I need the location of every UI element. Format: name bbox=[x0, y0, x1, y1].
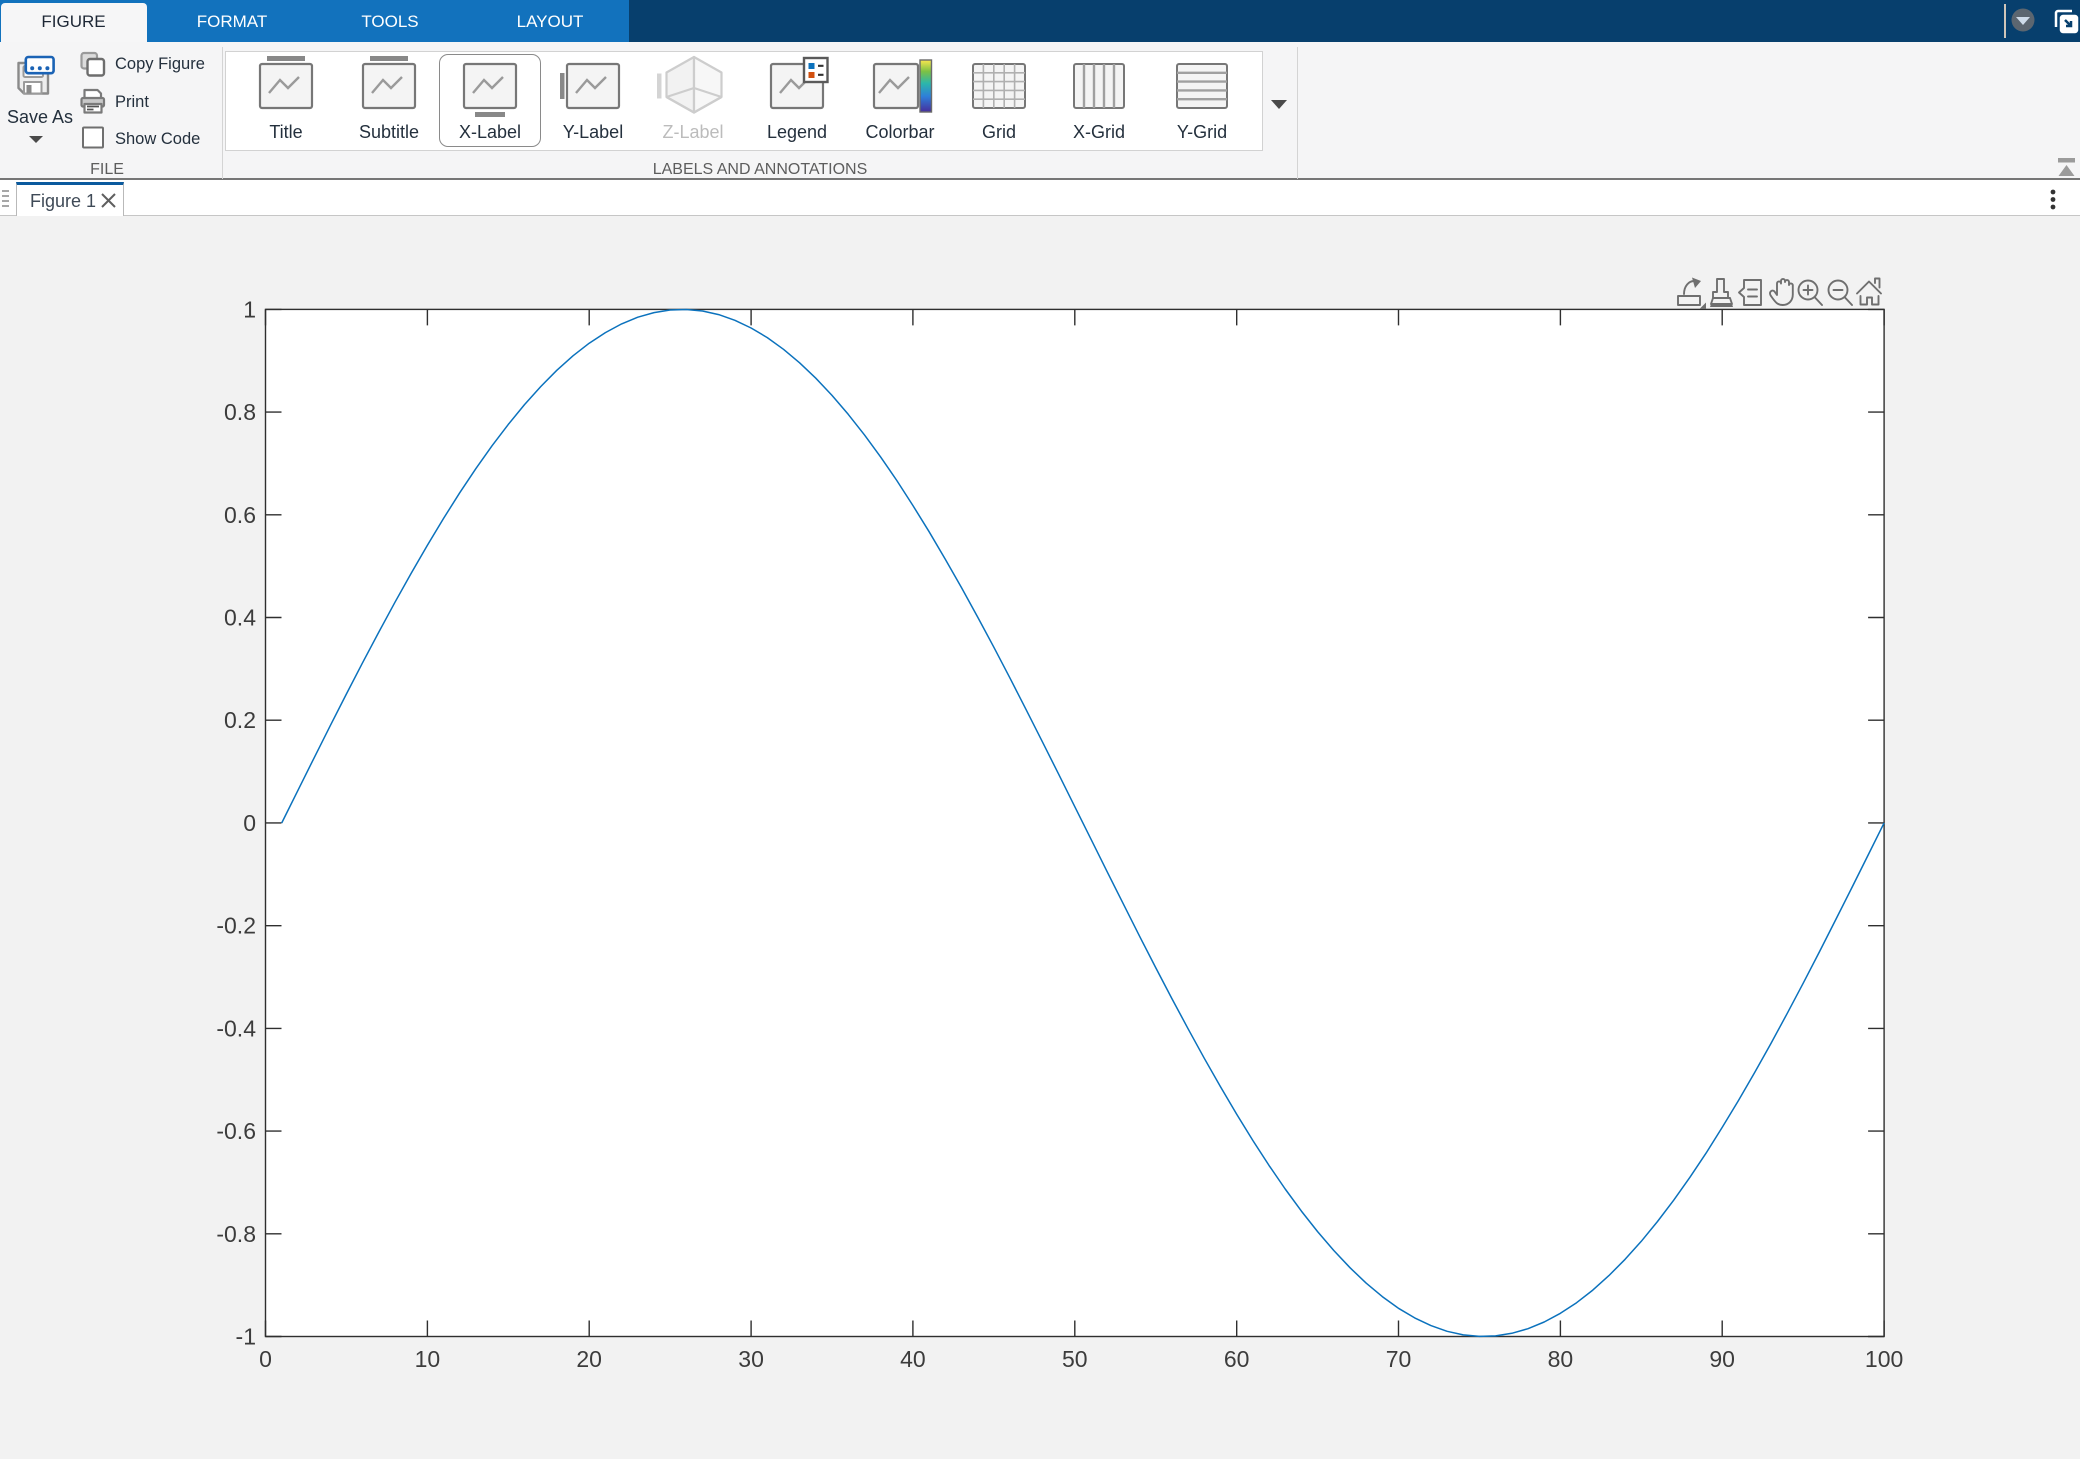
svg-text:80: 80 bbox=[1548, 1346, 1574, 1372]
svg-text:1: 1 bbox=[243, 296, 256, 322]
svg-text:0.2: 0.2 bbox=[224, 707, 256, 733]
svg-text:0: 0 bbox=[259, 1346, 272, 1372]
svg-text:60: 60 bbox=[1224, 1346, 1250, 1372]
svg-text:-1: -1 bbox=[236, 1324, 256, 1350]
svg-text:20: 20 bbox=[576, 1346, 602, 1372]
svg-text:0.4: 0.4 bbox=[224, 605, 256, 631]
svg-text:100: 100 bbox=[1865, 1346, 1903, 1372]
svg-text:90: 90 bbox=[1709, 1346, 1735, 1372]
svg-text:10: 10 bbox=[415, 1346, 441, 1372]
svg-text:70: 70 bbox=[1386, 1346, 1412, 1372]
svg-text:-0.6: -0.6 bbox=[216, 1118, 256, 1144]
svg-text:-0.2: -0.2 bbox=[216, 913, 256, 939]
svg-text:-0.4: -0.4 bbox=[216, 1015, 256, 1041]
svg-text:50: 50 bbox=[1062, 1346, 1088, 1372]
svg-text:30: 30 bbox=[738, 1346, 764, 1372]
svg-text:0: 0 bbox=[243, 810, 256, 836]
svg-text:0.6: 0.6 bbox=[224, 502, 256, 528]
svg-text:0.8: 0.8 bbox=[224, 399, 256, 425]
svg-text:40: 40 bbox=[900, 1346, 926, 1372]
svg-text:-0.8: -0.8 bbox=[216, 1221, 256, 1247]
